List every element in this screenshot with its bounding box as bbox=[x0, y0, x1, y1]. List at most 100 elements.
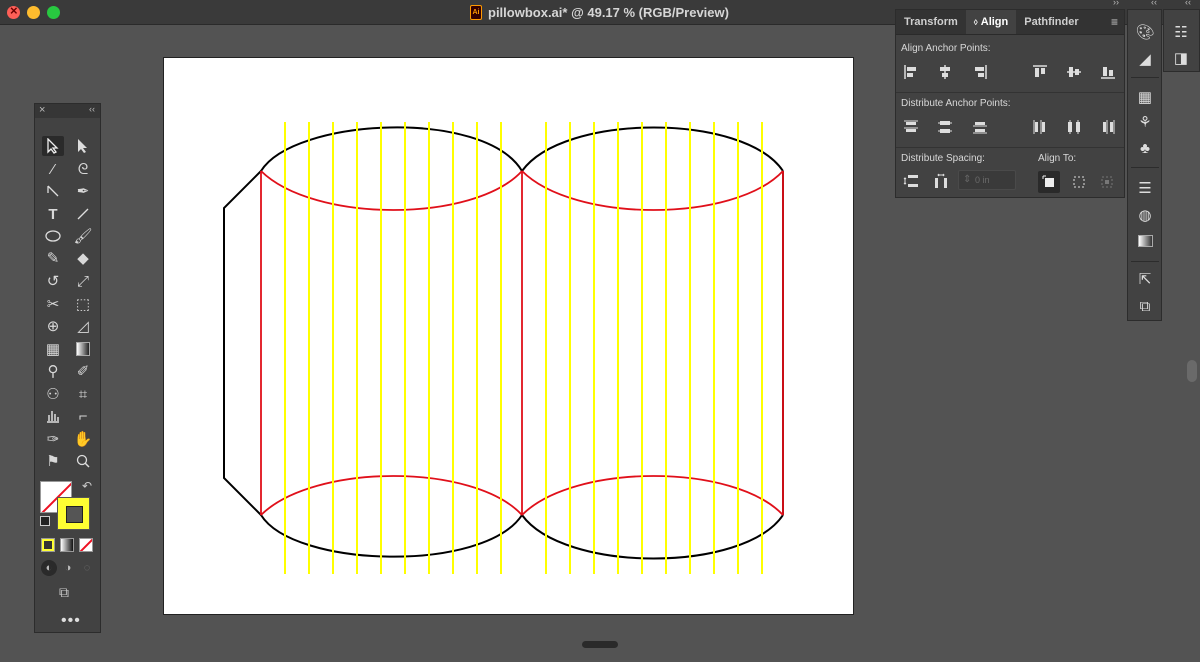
panel-menu-icon[interactable]: ≡ bbox=[1111, 15, 1118, 29]
type-tool-icon[interactable]: T bbox=[42, 204, 64, 224]
symbol-sprayer-tool-icon[interactable]: ⌗ bbox=[72, 384, 94, 404]
color-palette-icon[interactable]: 🎨︎ bbox=[1134, 21, 1156, 43]
horizontal-align-right-icon[interactable] bbox=[970, 62, 990, 82]
outline-left-flap[interactable] bbox=[223, 170, 262, 516]
artboard[interactable] bbox=[163, 57, 854, 615]
pen-tool-icon[interactable] bbox=[42, 181, 64, 201]
horizontal-align-left-icon[interactable] bbox=[901, 62, 921, 82]
collapse-dock-icon[interactable]: ‹‹ bbox=[1151, 0, 1157, 7]
edit-toolbar-icon[interactable]: ••• bbox=[61, 612, 81, 630]
default-fill-stroke-icon[interactable] bbox=[40, 516, 50, 526]
distribute-spacing-input[interactable]: 0 in bbox=[958, 170, 1016, 190]
curvature-tool-icon[interactable]: ✒ bbox=[72, 181, 94, 201]
tab-pathfinder[interactable]: Pathfinder bbox=[1016, 10, 1086, 34]
vertical-align-bottom-icon[interactable] bbox=[1098, 62, 1118, 82]
vertical-distribute-center-icon[interactable] bbox=[935, 117, 955, 137]
draw-normal-icon[interactable]: ◐ bbox=[41, 560, 57, 576]
eyedropper-tool-icon[interactable]: ⚲ bbox=[42, 361, 64, 381]
gradient-mode-button[interactable] bbox=[60, 538, 74, 552]
artwork[interactable] bbox=[164, 58, 855, 616]
horizontal-distribute-center-icon[interactable] bbox=[1064, 117, 1084, 137]
rotate-tool-icon[interactable]: ↺ bbox=[42, 271, 64, 291]
libraries-icon[interactable]: ◨ bbox=[1170, 47, 1192, 69]
direct-selection-tool-icon[interactable] bbox=[72, 136, 94, 156]
free-transform-tool-icon[interactable]: ⬚ bbox=[72, 294, 94, 314]
horizontal-scrollbar-thumb[interactable] bbox=[582, 641, 618, 648]
artboard-tool-icon[interactable]: ⌐ bbox=[72, 406, 94, 426]
shaper-tool-icon[interactable]: ✎ bbox=[42, 248, 64, 268]
score-top-arc-left[interactable] bbox=[260, 170, 523, 211]
close-window-button[interactable] bbox=[7, 3, 20, 19]
artboards-panel-icon[interactable]: ⧉ bbox=[1134, 295, 1156, 317]
screen-mode-icon[interactable]: ⧉ bbox=[59, 584, 69, 601]
swap-fill-stroke-icon[interactable]: ↶ bbox=[82, 479, 92, 493]
line-segment-tool-icon[interactable] bbox=[72, 204, 94, 224]
ellipse-tool-icon[interactable] bbox=[42, 226, 64, 246]
magic-wand-tool-icon[interactable]: ⁄ bbox=[42, 159, 64, 179]
tools-panel-header[interactable]: × ‹‹ bbox=[35, 104, 100, 118]
vertical-scrollbar-thumb[interactable] bbox=[1187, 360, 1197, 382]
align-panel-dock-strip[interactable]: ›› bbox=[895, 0, 1125, 9]
selection-tool-icon[interactable] bbox=[42, 136, 64, 156]
vertical-align-center-icon[interactable] bbox=[1064, 62, 1084, 82]
transparency-icon[interactable]: ◍ bbox=[1134, 204, 1156, 226]
horizontal-align-center-icon[interactable] bbox=[935, 62, 955, 82]
color-mode-button[interactable] bbox=[41, 538, 55, 552]
close-panel-icon[interactable]: × bbox=[39, 104, 45, 116]
outline-top-arc-left[interactable] bbox=[260, 126, 523, 172]
lasso-tool-icon[interactable]: ᘓ bbox=[72, 159, 94, 179]
column-graph-tool-icon[interactable] bbox=[42, 406, 64, 426]
tab-align[interactable]: ◊ Align bbox=[965, 10, 1017, 34]
export-icon[interactable]: ⇱ bbox=[1134, 268, 1156, 290]
dock-divider bbox=[1131, 77, 1159, 78]
outline-top-arc-right[interactable] bbox=[521, 126, 784, 172]
vertical-distribute-top-icon[interactable] bbox=[901, 117, 921, 137]
none-mode-button[interactable] bbox=[79, 538, 93, 552]
blend-tool-icon[interactable]: ⚇ bbox=[42, 384, 64, 404]
stroke-swatch[interactable] bbox=[57, 497, 90, 530]
measure-tool-icon[interactable]: ✐ bbox=[72, 361, 94, 381]
yellow-guide-lines[interactable] bbox=[284, 122, 763, 574]
align-to-artboard-icon[interactable] bbox=[1038, 171, 1060, 193]
width-tool-icon[interactable]: ✂ bbox=[42, 294, 64, 314]
brushes-icon[interactable]: ⚘ bbox=[1134, 111, 1156, 133]
perspective-grid-tool-icon[interactable]: ◿ bbox=[72, 316, 94, 336]
paintbrush-tool-icon[interactable]: 🖌︎ bbox=[72, 226, 94, 246]
zoom-window-button[interactable] bbox=[47, 6, 60, 19]
vertical-distribute-space-icon[interactable] bbox=[901, 171, 921, 191]
score-top-arc-right[interactable] bbox=[521, 170, 784, 211]
score-bottom-arc-right[interactable] bbox=[521, 475, 784, 516]
horizontal-distribute-left-icon[interactable] bbox=[1030, 117, 1050, 137]
expand-panels-icon[interactable]: ›› bbox=[1113, 0, 1119, 7]
gradient-tool-icon[interactable] bbox=[72, 339, 94, 359]
tab-transform[interactable]: Transform bbox=[896, 10, 966, 34]
draw-inside-icon[interactable]: ◌ bbox=[79, 560, 95, 576]
vertical-distribute-bottom-icon[interactable] bbox=[970, 117, 990, 137]
symbols-icon[interactable]: ♣ bbox=[1134, 137, 1156, 159]
slice-tool-icon[interactable]: ✑ bbox=[42, 429, 64, 449]
vertical-align-top-icon[interactable] bbox=[1030, 62, 1050, 82]
puppet-warp-tool-icon[interactable]: ⚑ bbox=[42, 451, 64, 471]
stroke-panel-icon[interactable]: ☰ bbox=[1134, 177, 1156, 199]
outline-bottom-arc-right[interactable] bbox=[521, 514, 784, 560]
shape-builder-tool-icon[interactable]: ⊕ bbox=[42, 316, 64, 336]
collapse-dock2-icon[interactable]: ‹‹ bbox=[1185, 0, 1191, 7]
zoom-tool-icon[interactable] bbox=[72, 451, 94, 471]
collapse-panel-icon[interactable]: ‹‹ bbox=[89, 104, 95, 114]
color-guide-icon[interactable]: ◢ bbox=[1134, 48, 1156, 70]
mesh-tool-icon[interactable]: ▦ bbox=[42, 339, 64, 359]
minimize-window-button[interactable] bbox=[27, 6, 40, 19]
scale-tool-icon[interactable]: ⤢ bbox=[72, 271, 94, 291]
outline-bottom-arc-left[interactable] bbox=[260, 514, 523, 558]
align-to-key-object-icon[interactable] bbox=[1096, 171, 1118, 193]
draw-behind-icon[interactable]: ◑ bbox=[60, 560, 76, 576]
horizontal-distribute-space-icon[interactable] bbox=[931, 171, 951, 191]
align-to-selection-icon[interactable] bbox=[1068, 171, 1090, 193]
score-bottom-arc-left[interactable] bbox=[260, 475, 523, 516]
properties-icon[interactable]: ☷ bbox=[1170, 21, 1192, 43]
hand-tool-icon[interactable]: ✋ bbox=[72, 429, 94, 449]
gradient-panel-icon[interactable] bbox=[1134, 230, 1156, 252]
horizontal-distribute-right-icon[interactable] bbox=[1098, 117, 1118, 137]
swatches-icon[interactable]: ▦ bbox=[1134, 86, 1156, 108]
eraser-tool-icon[interactable]: ◆ bbox=[72, 248, 94, 268]
